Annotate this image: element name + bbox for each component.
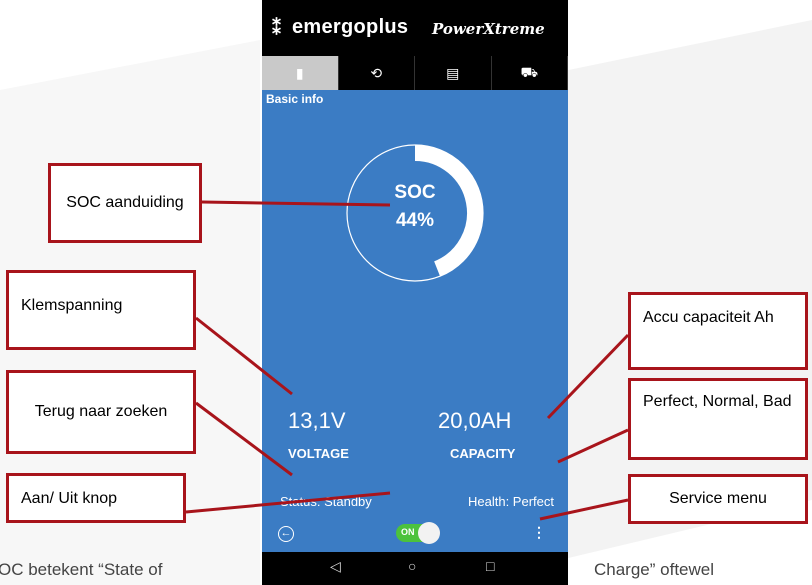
toggle-knob	[418, 522, 440, 544]
callout-soc: SOC aanduiding	[48, 163, 202, 243]
cart-icon: ⛟	[520, 63, 539, 80]
callout-service: Service menu	[628, 474, 808, 524]
callout-back: Terug naar zoeken	[6, 370, 196, 454]
tab-document[interactable]: ▤	[415, 56, 492, 90]
voltage-label: VOLTAGE	[288, 446, 349, 461]
tab-battery[interactable]: ▮	[262, 56, 339, 90]
soc-label: SOC	[394, 182, 436, 203]
app-header: ⁑ emergoplus PowerXtreme	[262, 0, 568, 56]
callout-capacity-text: Accu capaciteit Ah	[643, 309, 774, 326]
android-navbar: ◁ ○ □	[262, 552, 568, 585]
tab-bar: ▮ ⟲ ▤ ⛟	[262, 56, 568, 90]
power-toggle[interactable]: ON	[396, 522, 440, 544]
callout-toggle: Aan/ Uit knop	[6, 473, 186, 523]
toggle-label: ON	[401, 527, 415, 537]
section-label: Basic info	[266, 92, 324, 106]
product-brand: PowerXtreme	[432, 20, 545, 38]
callout-health: Perfect, Normal, Bad	[628, 378, 808, 460]
nav-back-icon[interactable]: ◁	[330, 558, 341, 575]
callout-voltage: Klemspanning	[6, 270, 196, 350]
back-icon[interactable]: ←	[278, 526, 294, 542]
callout-voltage-text: Klemspanning	[21, 297, 123, 314]
callout-soc-text: SOC aanduiding	[66, 194, 184, 211]
status-text: Status: Standby	[280, 494, 372, 509]
callout-capacity: Accu capaciteit Ah	[628, 292, 808, 370]
voltage-value: 13,1V	[288, 408, 346, 433]
callout-back-text: Terug naar zoeken	[34, 403, 168, 420]
tab-gauge[interactable]: ⟲	[339, 56, 415, 90]
callout-service-text: Service menu	[669, 490, 767, 507]
nav-home-icon[interactable]: ○	[408, 558, 416, 574]
tab-cart[interactable]: ⛟	[492, 56, 568, 90]
callout-toggle-text: Aan/ Uit knop	[21, 490, 118, 507]
service-menu-icon[interactable]: ⋮	[532, 524, 546, 541]
footer-text-left: OC betekent “State of	[0, 560, 163, 579]
gauge-icon: ⟲	[370, 64, 383, 81]
document-icon: ▤	[446, 64, 460, 81]
capacity-label: CAPACITY	[450, 446, 516, 461]
capacity-value: 20,0AH	[438, 408, 512, 433]
basic-info-screen: Basic info SOC 44% 13,1V VOLTAGE 20,0AH …	[262, 90, 568, 552]
callout-health-text: Perfect, Normal, Bad	[643, 393, 792, 410]
emergoplus-logo-icon: ⁑	[272, 18, 281, 38]
phone-screenshot: ⁑ emergoplus PowerXtreme ▮ ⟲ ▤ ⛟ Basic i…	[262, 0, 568, 585]
app-brand: emergoplus	[292, 16, 409, 38]
health-text: Health: Perfect	[468, 494, 554, 509]
footer-text-right: Charge” oftewel	[594, 560, 715, 579]
nav-recents-icon[interactable]: □	[486, 558, 494, 574]
soc-value: 44%	[395, 210, 435, 231]
battery-icon: ▮	[295, 64, 304, 81]
